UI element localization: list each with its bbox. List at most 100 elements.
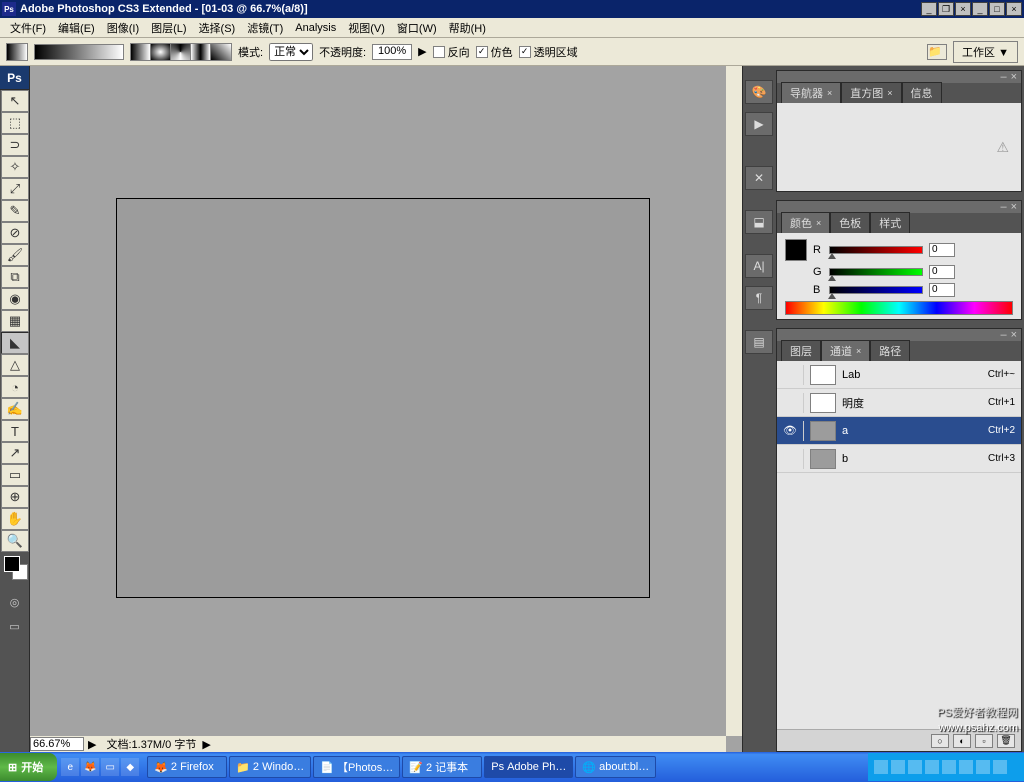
tool-dodge[interactable]: ◔	[1, 376, 29, 398]
b-slider[interactable]	[829, 286, 923, 294]
tray-icon[interactable]	[874, 760, 888, 774]
tray-icon[interactable]	[908, 760, 922, 774]
task-explorer[interactable]: 📁2 Windo…	[229, 756, 311, 778]
task-photoshop[interactable]: PsAdobe Ph…	[484, 756, 573, 778]
dock-paragraph-icon[interactable]: ¶	[745, 286, 773, 310]
tool-eyedropper[interactable]: ⊕	[1, 486, 29, 508]
gradient-radial[interactable]	[151, 44, 171, 60]
channel-row-a[interactable]: 👁 a Ctrl+2	[777, 417, 1021, 445]
tray-icon[interactable]	[925, 760, 939, 774]
tab-info[interactable]: 信息	[902, 82, 942, 103]
dock-actions-icon[interactable]: ▤	[745, 330, 773, 354]
quicklaunch-ie-icon[interactable]: e	[61, 758, 79, 776]
quicklaunch-firefox-icon[interactable]: 🦊	[81, 758, 99, 776]
task-word[interactable]: 📄【Photos…	[313, 756, 400, 778]
zoom-input[interactable]: 66.67%	[30, 737, 84, 751]
menu-layer[interactable]: 图层(L)	[145, 18, 192, 38]
tool-marquee[interactable]: ⬚	[1, 112, 29, 134]
r-slider[interactable]	[829, 246, 923, 254]
task-about[interactable]: 🌐about:bl…	[575, 756, 656, 778]
tab-close-icon[interactable]: ×	[827, 88, 832, 98]
quick-mask-icon[interactable]: ◎	[0, 592, 29, 612]
task-firefox[interactable]: 🦊2 Firefox	[147, 756, 227, 778]
gradient-angular[interactable]	[171, 44, 191, 60]
tab-histogram[interactable]: 直方图×	[841, 82, 901, 103]
menu-analysis[interactable]: Analysis	[289, 20, 342, 36]
tray-icon[interactable]	[959, 760, 973, 774]
dock-tool-presets-icon[interactable]: 🎨	[745, 80, 773, 104]
tool-wand[interactable]: ✧	[1, 156, 29, 178]
tool-heal[interactable]: ⊘	[1, 222, 29, 244]
tool-zoom[interactable]: 🔍	[1, 530, 29, 552]
vertical-scrollbar[interactable]	[726, 66, 742, 736]
tool-stamp[interactable]: ⧉	[1, 266, 29, 288]
close-mdi-button[interactable]: ×	[955, 2, 971, 16]
gradient-preview[interactable]	[34, 44, 124, 60]
tool-history[interactable]: ◉	[1, 288, 29, 310]
tool-crop[interactable]: ⤢	[1, 178, 29, 200]
dither-checkbox[interactable]: ✓	[476, 46, 488, 58]
tab-channels[interactable]: 通道×	[821, 340, 870, 361]
tab-layers[interactable]: 图层	[781, 340, 821, 361]
tab-styles[interactable]: 样式	[870, 212, 910, 233]
document-canvas[interactable]	[116, 198, 650, 598]
menu-view[interactable]: 视图(V)	[342, 18, 391, 38]
menu-edit[interactable]: 编辑(E)	[52, 18, 101, 38]
workspace-button[interactable]: 工作区 ▼	[953, 41, 1018, 63]
start-button[interactable]: ⊞ 开始	[0, 753, 57, 781]
visibility-toggle[interactable]	[783, 452, 797, 466]
tool-slice[interactable]: ✎	[1, 200, 29, 222]
tool-eraser[interactable]: ▦	[1, 310, 29, 332]
dock-brushes-icon[interactable]: ▶	[745, 112, 773, 136]
mode-select[interactable]: 正常	[269, 43, 313, 61]
tab-color[interactable]: 颜色×	[781, 212, 830, 233]
panel-close-icon[interactable]: ×	[1011, 329, 1017, 341]
new-channel-icon[interactable]: ▫	[975, 734, 993, 748]
menu-help[interactable]: 帮助(H)	[443, 18, 492, 38]
menu-window[interactable]: 窗口(W)	[391, 18, 443, 38]
delete-channel-icon[interactable]: 🗑	[997, 734, 1015, 748]
app-maximize-button[interactable]: □	[989, 2, 1005, 16]
tool-lasso[interactable]: ⊃	[1, 134, 29, 156]
gradient-reflected[interactable]	[191, 44, 211, 60]
tool-move[interactable]: ↖	[1, 90, 29, 112]
visibility-toggle[interactable]	[783, 396, 797, 410]
tab-swatches[interactable]: 色板	[830, 212, 870, 233]
tab-navigator[interactable]: 导航器×	[781, 82, 841, 103]
tray-icon[interactable]	[993, 760, 1007, 774]
tool-pen[interactable]: ✍	[1, 398, 29, 420]
panel-close-icon[interactable]: ×	[1011, 71, 1017, 83]
channel-row-lab[interactable]: Lab Ctrl+~	[777, 361, 1021, 389]
menu-image[interactable]: 图像(I)	[101, 18, 145, 38]
menu-select[interactable]: 选择(S)	[193, 18, 242, 38]
tool-type[interactable]: T	[1, 420, 29, 442]
tray-icon[interactable]	[976, 760, 990, 774]
panel-minimize-icon[interactable]: –	[1000, 201, 1006, 213]
panel-minimize-icon[interactable]: –	[1000, 71, 1006, 83]
restore-button[interactable]: ❐	[938, 2, 954, 16]
go-bridge-icon[interactable]: 📁	[927, 44, 947, 60]
save-selection-icon[interactable]: ◐	[953, 734, 971, 748]
opacity-input[interactable]: 100%	[372, 44, 412, 60]
tab-paths[interactable]: 路径	[870, 340, 910, 361]
transparent-checkbox[interactable]: ✓	[519, 46, 531, 58]
gradient-linear[interactable]	[131, 44, 151, 60]
opacity-arrow-icon[interactable]: ▶	[418, 45, 426, 58]
menu-file[interactable]: 文件(F)	[4, 18, 52, 38]
visibility-toggle[interactable]	[783, 368, 797, 382]
visibility-toggle[interactable]: 👁	[783, 424, 797, 438]
channel-row-b[interactable]: b Ctrl+3	[777, 445, 1021, 473]
tool-preset-icon[interactable]	[6, 43, 28, 61]
tool-path[interactable]: ↗	[1, 442, 29, 464]
panel-minimize-icon[interactable]: –	[1000, 329, 1006, 341]
gradient-diamond[interactable]	[211, 44, 231, 60]
tray-icon[interactable]	[942, 760, 956, 774]
g-slider[interactable]	[829, 268, 923, 276]
task-notepad[interactable]: 📝2 记事本	[402, 756, 482, 778]
r-input[interactable]: 0	[929, 243, 955, 257]
quicklaunch-app-icon[interactable]: ◆	[121, 758, 139, 776]
dock-layercomp-icon[interactable]: ⬓	[745, 210, 773, 234]
zoom-arrow-icon[interactable]: ▶	[84, 738, 100, 751]
tool-shape[interactable]: ▭	[1, 464, 29, 486]
color-spectrum[interactable]	[785, 301, 1013, 315]
